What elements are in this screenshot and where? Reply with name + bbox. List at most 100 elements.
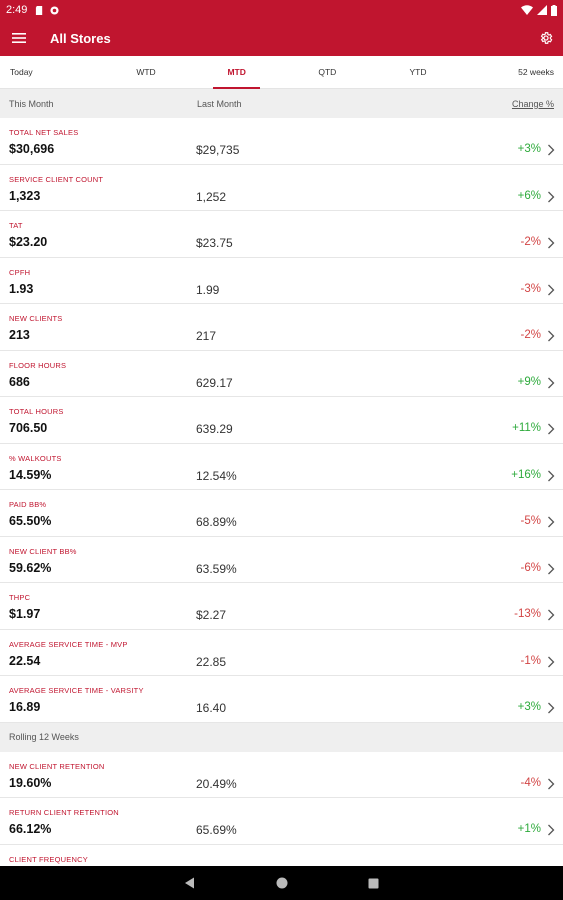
metric-value: 22.54 bbox=[9, 653, 41, 668]
metric-change: -3% bbox=[520, 282, 541, 295]
metric-value: 706.50 bbox=[9, 421, 48, 435]
metric-row-total-hours[interactable]: TOTAL HOURS 706.50 639.29 +11% bbox=[0, 397, 563, 444]
metric-change: +6% bbox=[517, 189, 541, 202]
metric-change: -5% bbox=[520, 515, 541, 527]
metric-value: 65.50% bbox=[9, 514, 52, 528]
metric-last-month: 629.17 bbox=[196, 375, 233, 390]
metric-label: NEW CLIENTS bbox=[9, 314, 63, 323]
metric-row-paid-bb[interactable]: PAID BB% 65.50% 68.89% -5% bbox=[0, 490, 563, 537]
metric-label: NEW CLIENT RETENTION bbox=[9, 761, 105, 771]
metric-row-cpfh[interactable]: CPFH 1.93 1.99 -3% bbox=[0, 258, 563, 304]
tab-mtd[interactable]: MTD bbox=[191, 56, 282, 89]
metric-change: -4% bbox=[520, 776, 541, 789]
metric-last-month: 20.49% bbox=[196, 776, 237, 791]
metric-last-month: 217 bbox=[196, 329, 217, 343]
metric-row-total-net-sales[interactable]: TOTAL NET SALES $30,696 $29,735 +3% bbox=[0, 118, 563, 165]
metric-last-month: $29,735 bbox=[196, 143, 240, 157]
chevron-right-icon bbox=[548, 563, 555, 574]
metric-label: RETURN CLIENT RETENTION bbox=[9, 808, 119, 817]
metric-value: 59.62% bbox=[9, 560, 52, 575]
chevron-right-icon bbox=[548, 702, 555, 714]
metric-value: 1,323 bbox=[9, 188, 41, 203]
metric-label: THPC bbox=[9, 593, 31, 602]
tab-qtd[interactable]: QTD bbox=[282, 56, 373, 88]
chevron-right-icon bbox=[548, 778, 555, 789]
wifi-icon bbox=[521, 5, 533, 15]
chevron-right-icon bbox=[548, 191, 555, 202]
metric-label: AVERAGE SERVICE TIME - VARSITY bbox=[9, 686, 144, 695]
metric-change: +9% bbox=[517, 375, 541, 388]
metric-row-avg-service-time-mvp[interactable]: AVERAGE SERVICE TIME - MVP 22.54 22.85 -… bbox=[0, 630, 563, 676]
metrics-list[interactable]: This Month Last Month Change % TOTAL NET… bbox=[0, 89, 563, 866]
metric-value: 686 bbox=[9, 374, 30, 389]
metric-change: +16% bbox=[511, 468, 541, 481]
metric-row-service-client-count[interactable]: SERVICE CLIENT COUNT 1,323 1,252 +6% bbox=[0, 165, 563, 211]
metric-label: CPFH bbox=[9, 267, 31, 277]
column-this-month: This Month bbox=[9, 98, 54, 109]
section-header-rolling-12-weeks: Rolling 12 Weeks bbox=[0, 722, 563, 752]
recents-icon bbox=[368, 878, 379, 888]
page-title: All Stores bbox=[50, 30, 111, 46]
tab-today[interactable]: Today bbox=[0, 56, 101, 88]
home-button[interactable] bbox=[275, 876, 289, 890]
metric-row-walkouts[interactable]: % WALKOUTS 14.59% 12.54% +16% bbox=[0, 444, 563, 490]
metric-change: +3% bbox=[517, 701, 541, 713]
column-change-percent[interactable]: Change % bbox=[512, 99, 554, 109]
metric-last-month: 65.69% bbox=[196, 823, 237, 837]
metric-row-new-client-bb[interactable]: NEW CLIENT BB% 59.62% 63.59% -6% bbox=[0, 537, 563, 583]
period-tabs: Today WTD MTD QTD YTD 52 weeks bbox=[0, 56, 563, 89]
metric-change: -13% bbox=[514, 608, 541, 620]
chevron-right-icon bbox=[548, 609, 555, 621]
tab-ytd[interactable]: YTD bbox=[373, 56, 464, 88]
tab-52-weeks[interactable]: 52 weeks bbox=[463, 56, 563, 88]
metric-row-client-frequency[interactable]: CLIENT FREQUENCY bbox=[0, 845, 563, 867]
metric-value: 66.12% bbox=[9, 822, 52, 836]
metric-label: TOTAL HOURS bbox=[9, 407, 64, 416]
metric-row-new-client-retention[interactable]: NEW CLIENT RETENTION 19.60% 20.49% -4% bbox=[0, 752, 563, 798]
metric-change: +1% bbox=[517, 823, 541, 835]
metric-last-month: 1,252 bbox=[196, 189, 227, 204]
tab-wtd[interactable]: WTD bbox=[101, 56, 192, 88]
back-icon bbox=[185, 877, 194, 889]
metric-value: $30,696 bbox=[9, 142, 55, 156]
metric-last-month: 68.89% bbox=[196, 515, 237, 529]
metric-last-month: $2.27 bbox=[196, 608, 227, 622]
menu-icon bbox=[12, 33, 26, 43]
toolbar: All Stores bbox=[0, 20, 563, 56]
metric-value: 16.89 bbox=[9, 700, 41, 714]
back-button[interactable] bbox=[183, 876, 197, 890]
metric-row-tat[interactable]: TAT $23.20 $23.75 -2% bbox=[0, 211, 563, 258]
chevron-right-icon bbox=[548, 656, 555, 667]
menu-button[interactable] bbox=[2, 20, 36, 56]
metric-label: TAT bbox=[9, 221, 23, 230]
metric-label: TOTAL NET SALES bbox=[9, 128, 79, 137]
chevron-right-icon bbox=[548, 144, 555, 156]
settings-icon bbox=[540, 32, 553, 44]
metric-label: SERVICE CLIENT COUNT bbox=[9, 174, 104, 184]
metric-value: 213 bbox=[9, 328, 30, 342]
metric-row-return-client-retention[interactable]: RETURN CLIENT RETENTION 66.12% 65.69% +1… bbox=[0, 798, 563, 845]
metric-row-floor-hours[interactable]: FLOOR HOURS 686 629.17 +9% bbox=[0, 351, 563, 397]
section-title: Rolling 12 Weeks bbox=[9, 732, 79, 742]
cell-signal-icon bbox=[537, 5, 547, 15]
status-icons bbox=[521, 4, 557, 16]
system-nav-bar bbox=[0, 866, 563, 900]
metric-label: PAID BB% bbox=[9, 500, 47, 509]
metric-change: -6% bbox=[520, 561, 541, 574]
metric-change: +3% bbox=[517, 143, 541, 155]
metric-last-month: 16.40 bbox=[196, 701, 227, 715]
chevron-right-icon bbox=[548, 516, 555, 528]
app-bar: 2:49 All Stores bbox=[0, 0, 563, 56]
battery-icon bbox=[551, 4, 557, 16]
metric-row-avg-service-time-varsity[interactable]: AVERAGE SERVICE TIME - VARSITY 16.89 16.… bbox=[0, 676, 563, 723]
metric-row-new-clients[interactable]: NEW CLIENTS 213 217 -2% bbox=[0, 304, 563, 351]
metric-change: -1% bbox=[520, 654, 541, 667]
recents-button[interactable] bbox=[367, 876, 381, 890]
metric-last-month: $23.75 bbox=[196, 236, 233, 250]
chevron-right-icon bbox=[548, 470, 555, 481]
settings-button[interactable] bbox=[529, 20, 563, 56]
metric-last-month: 639.29 bbox=[196, 422, 233, 436]
metric-change: -2% bbox=[520, 329, 541, 341]
metric-row-thpc[interactable]: THPC $1.97 $2.27 -13% bbox=[0, 583, 563, 630]
chevron-right-icon bbox=[548, 377, 555, 388]
